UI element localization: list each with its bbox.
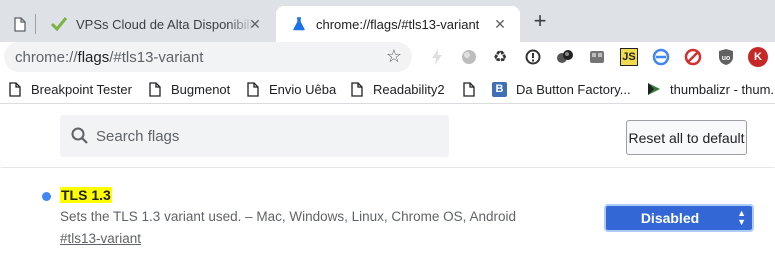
flask-icon <box>291 16 307 32</box>
page-icon <box>350 81 364 97</box>
bookmarks-bar: Breakpoint Tester Bugmenot Envio Uêba Re… <box>0 74 775 104</box>
shield-icon[interactable]: uo <box>717 48 735 66</box>
bookmark-readability2[interactable]: Readability2 <box>350 80 445 98</box>
js-icon[interactable]: JS <box>620 48 638 66</box>
search-box[interactable] <box>60 115 449 157</box>
flag-state-select[interactable]: Disabled ▲ ▼ <box>604 204 754 232</box>
page-icon <box>462 81 476 97</box>
search-icon <box>70 126 90 151</box>
thumbalizr-icon <box>647 81 661 97</box>
svg-text:uo: uo <box>722 55 731 62</box>
bookmark-da-button-factory[interactable]: B Da Button Factory... <box>492 80 631 98</box>
flag-description: Sets the TLS 1.3 variant used. – Mac, Wi… <box>60 209 516 224</box>
tab-flags[interactable]: chrome://flags/#tls13-variant ✕ <box>276 6 520 42</box>
bookmark-label: Da Button Factory... <box>516 81 631 97</box>
tab-strip: VPSs Cloud de Alta Disponibilidade ✕ chr… <box>0 0 775 42</box>
close-icon[interactable]: ✕ <box>492 16 508 32</box>
circles-icon[interactable] <box>556 48 574 66</box>
tab-vpss[interactable]: VPSs Cloud de Alta Disponibilidade ✕ <box>35 6 275 42</box>
tab-title: chrome://flags/#tls13-variant <box>316 16 480 32</box>
bookmark-envio-ueba[interactable]: Envio Uêba <box>246 80 336 98</box>
url-host: flags <box>77 49 110 66</box>
info-icon[interactable] <box>524 48 542 66</box>
bookmark-label: Breakpoint Tester <box>31 81 132 97</box>
gamepad-icon[interactable] <box>588 48 606 66</box>
flag-name: TLS 1.3 <box>60 187 112 203</box>
address-text[interactable]: chrome://flags/#tls13-variant <box>15 49 203 66</box>
url-scheme: chrome:// <box>15 49 78 66</box>
flags-header: Reset all to default <box>0 105 775 167</box>
bookmark-breakpoint-tester[interactable]: Breakpoint Tester <box>8 80 132 98</box>
flag-entry: TLS 1.3 Sets the TLS 1.3 variant used. –… <box>0 168 775 261</box>
b-logo-icon: B <box>492 81 507 97</box>
page-icon <box>148 81 162 97</box>
star-icon[interactable]: ☆ <box>386 46 402 67</box>
avatar-k-icon[interactable]: K <box>748 47 768 67</box>
bookmark-page-icon-only[interactable] <box>462 80 485 98</box>
bookmark-bugmenot[interactable]: Bugmenot <box>148 80 230 98</box>
tab-title: VPSs Cloud de Alta Disponibilidade <box>76 16 254 32</box>
modified-indicator-dot <box>42 192 51 201</box>
close-icon[interactable]: ✕ <box>247 16 263 32</box>
page-icon <box>8 81 22 97</box>
search-input[interactable] <box>96 115 436 157</box>
new-tab-button[interactable]: + <box>528 10 552 34</box>
bookmark-label: Envio Uêba <box>269 81 337 97</box>
bookmark-thumbalizr[interactable]: thumbalizr - thum... <box>647 80 775 98</box>
bookmark-label: Readability2 <box>373 81 445 97</box>
recycle-icon[interactable]: ♻ <box>491 48 509 66</box>
flag-permalink[interactable]: #tls13-variant <box>60 231 141 246</box>
lightning-icon[interactable] <box>428 48 446 66</box>
tab-blank[interactable] <box>0 6 34 42</box>
address-bar[interactable]: chrome://flags/#tls13-variant ☆ <box>4 42 412 72</box>
url-path: /#tls13-variant <box>109 49 204 66</box>
sync-icon[interactable] <box>652 48 670 66</box>
select-arrows-icon: ▲ ▼ <box>737 208 746 227</box>
page-icon <box>12 16 28 32</box>
checkmark-icon <box>51 16 67 32</box>
reset-all-button[interactable]: Reset all to default <box>626 120 747 155</box>
toolbar: chrome://flags/#tls13-variant ☆ ♻ JS uo … <box>0 42 775 74</box>
select-value: Disabled <box>640 210 700 226</box>
bookmark-label: thumbalizr - thum... <box>670 81 775 97</box>
globe-icon[interactable] <box>460 48 478 66</box>
bookmark-label: Bugmenot <box>171 81 231 97</box>
page-icon <box>246 81 260 97</box>
block-icon[interactable] <box>684 48 702 66</box>
